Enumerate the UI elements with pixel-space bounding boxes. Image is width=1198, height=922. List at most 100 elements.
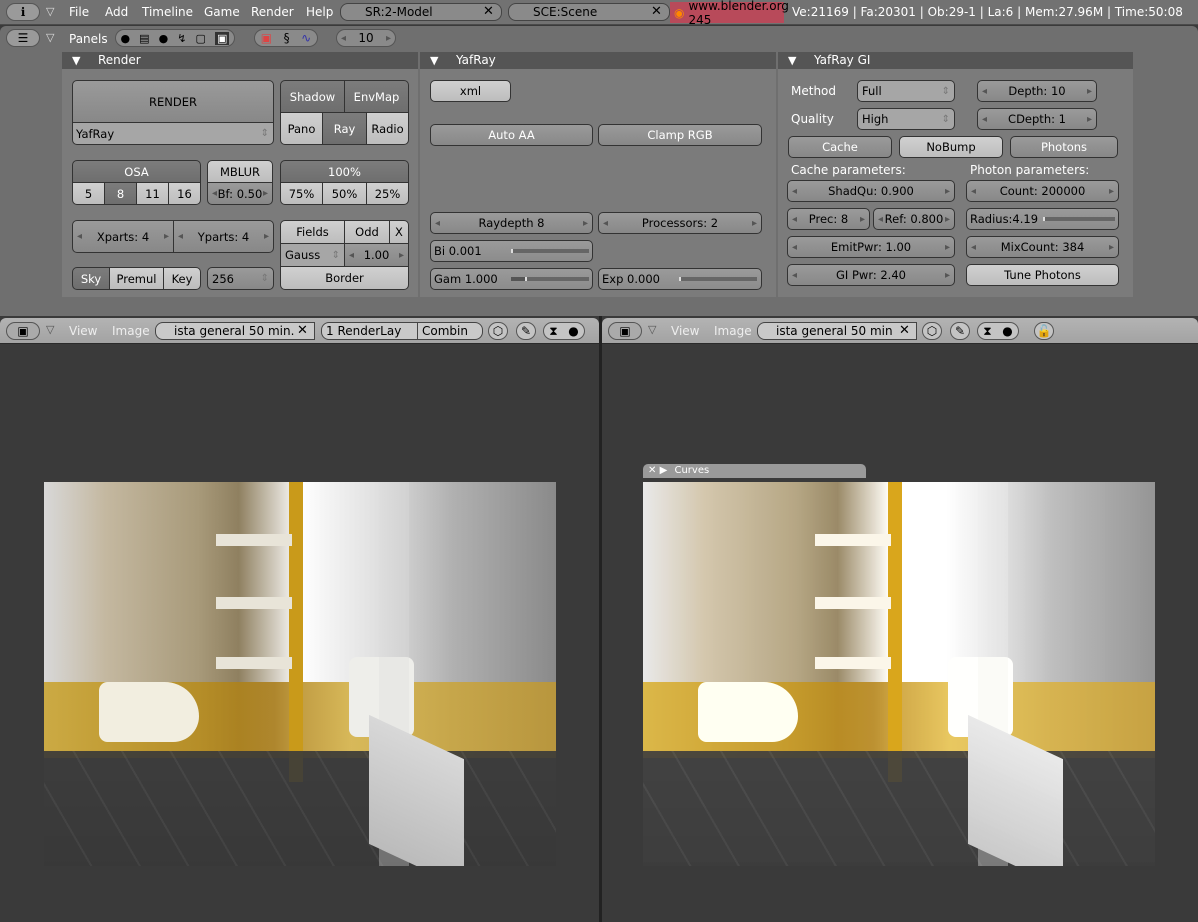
scene-selector[interactable]: SCE:Scene xyxy=(508,3,670,21)
odd-toggle[interactable]: Odd xyxy=(344,220,390,244)
close-screen-icon[interactable]: ✕ xyxy=(483,4,494,19)
count-field[interactable]: Count: 200000 xyxy=(966,180,1119,202)
cache-toggle[interactable]: Cache xyxy=(788,136,892,158)
osa-11[interactable]: 11 xyxy=(136,182,169,205)
menu-timeline[interactable]: Timeline xyxy=(142,5,193,19)
blur-factor-field[interactable]: Bf: 0.50 xyxy=(207,182,273,205)
view-menu[interactable]: View xyxy=(671,324,699,338)
xparts-field[interactable]: Xparts: 4 xyxy=(72,220,174,253)
shadqu-field[interactable]: ShadQu: 0.900 xyxy=(787,180,955,202)
logic-icon[interactable]: ● xyxy=(121,32,131,45)
collapse-arrow-icon[interactable]: ▽ xyxy=(46,323,54,336)
menu-file[interactable]: File xyxy=(69,5,89,19)
editor-type-icon[interactable]: ☰ xyxy=(6,29,40,47)
menu-help[interactable]: Help xyxy=(306,5,333,19)
texture-paint-icon[interactable]: ⬡ xyxy=(922,322,942,340)
expand-arrow-icon[interactable]: ▶ xyxy=(660,465,668,476)
collapse-arrow-icon[interactable]: ▽ xyxy=(46,5,54,18)
object-icon[interactable]: ↯ xyxy=(177,32,186,45)
hourglass-icon[interactable]: ⧗ xyxy=(549,324,557,339)
view-menu[interactable]: View xyxy=(69,324,97,338)
brush-icon[interactable]: ✎ xyxy=(950,322,970,340)
processors-field[interactable]: Processors: 2 xyxy=(598,212,762,234)
raydepth-field[interactable]: Raydepth 8 xyxy=(430,212,593,234)
collapse-arrow-icon[interactable]: ▽ xyxy=(46,31,54,44)
radius-slider[interactable]: Radius:4.19 xyxy=(966,208,1119,230)
texture-paint-icon[interactable]: ⬡ xyxy=(488,322,508,340)
scene-icon[interactable]: ▣ xyxy=(215,31,230,45)
mixcount-field[interactable]: MixCount: 384 xyxy=(966,236,1119,258)
exposure-slider[interactable]: Exp 0.000 xyxy=(598,268,762,290)
renderer-dropdown[interactable]: YafRay xyxy=(72,122,274,145)
menu-game[interactable]: Game xyxy=(204,5,240,19)
scene-subtabs[interactable]: ▣ § ∿ xyxy=(254,29,318,47)
osa-toggle[interactable]: OSA xyxy=(72,160,201,183)
render-button[interactable]: RENDER xyxy=(72,80,274,123)
close-scene-icon[interactable]: ✕ xyxy=(651,4,662,19)
screen-selector[interactable]: SR:2-Model xyxy=(340,3,502,21)
alpha-toggle-icon[interactable]: ⧗ ● xyxy=(543,322,585,340)
image-name-field[interactable]: ista general 50 min. xyxy=(155,322,315,340)
slider-track[interactable] xyxy=(1043,217,1115,221)
editing-icon[interactable]: ▢ xyxy=(196,32,206,45)
lock-icon[interactable]: 🔓 xyxy=(1034,322,1054,340)
yparts-field[interactable]: Yparts: 4 xyxy=(173,220,274,253)
size-25-button[interactable]: 25% xyxy=(366,182,409,205)
panel-title[interactable]: Render xyxy=(62,52,418,69)
shading-icon[interactable]: ● xyxy=(159,32,169,45)
slider-track[interactable] xyxy=(679,277,757,281)
nobump-toggle[interactable]: NoBump xyxy=(899,136,1003,158)
brush-icon[interactable]: ✎ xyxy=(516,322,536,340)
cdepth-field[interactable]: CDepth: 1 xyxy=(977,108,1097,130)
image-editor-icon[interactable]: ▣ xyxy=(6,322,40,340)
size-50-button[interactable]: 50% xyxy=(322,182,367,205)
menu-render[interactable]: Render xyxy=(251,5,294,19)
key-toggle[interactable]: Key xyxy=(163,267,201,290)
emitpwr-field[interactable]: EmitPwr: 1.00 xyxy=(787,236,955,258)
shadow-toggle[interactable]: Shadow xyxy=(280,80,345,113)
sound-tab-icon[interactable]: ∿ xyxy=(301,31,311,45)
size-100-button[interactable]: 100% xyxy=(280,160,409,183)
radio-toggle[interactable]: Radio xyxy=(366,112,409,145)
image-editor-icon[interactable]: ▣ xyxy=(608,322,642,340)
prec-field[interactable]: Prec: 8 xyxy=(787,208,870,230)
pano-toggle[interactable]: Pano xyxy=(280,112,323,145)
x-toggle[interactable]: X xyxy=(389,220,409,244)
gipwr-field[interactable]: GI Pwr: 2.40 xyxy=(787,264,955,286)
filter-size-field[interactable]: 1.00 xyxy=(344,243,409,267)
render-pass-dropdown[interactable]: Combin xyxy=(417,322,483,340)
render-tab-icon[interactable]: ▣ xyxy=(261,31,272,45)
bias-slider[interactable]: Bi 0.001 xyxy=(430,240,593,262)
dot-icon[interactable]: ● xyxy=(568,324,578,338)
filter-dropdown[interactable]: Gauss xyxy=(280,243,345,267)
osa-8[interactable]: 8 xyxy=(104,182,137,205)
panel-title[interactable]: YafRay GI xyxy=(778,52,1133,69)
image-name-field[interactable]: ista general 50 min xyxy=(757,322,917,340)
fields-toggle[interactable]: Fields xyxy=(280,220,345,244)
menu-add[interactable]: Add xyxy=(105,5,128,19)
tune-photons-button[interactable]: Tune Photons xyxy=(966,264,1119,286)
depth-field[interactable]: Depth: 10 xyxy=(977,80,1097,102)
panel-title[interactable]: YafRay xyxy=(420,52,776,69)
xml-toggle[interactable]: xml xyxy=(430,80,511,102)
auto-aa-toggle[interactable]: Auto AA xyxy=(430,124,593,146)
close-image-icon[interactable]: ✕ xyxy=(899,323,910,338)
envmap-toggle[interactable]: EnvMap xyxy=(344,80,409,113)
photons-toggle[interactable]: Photons xyxy=(1010,136,1118,158)
close-image-icon[interactable]: ✕ xyxy=(297,323,308,338)
size-75-button[interactable]: 75% xyxy=(280,182,323,205)
render-layer-dropdown[interactable]: 1 RenderLay xyxy=(321,322,418,340)
premul-toggle[interactable]: Premul xyxy=(109,267,164,290)
border-toggle[interactable]: Border xyxy=(280,266,409,290)
sky-toggle[interactable]: Sky xyxy=(72,267,110,290)
script-icon[interactable]: ▤ xyxy=(139,32,149,45)
quality-dropdown[interactable]: High xyxy=(857,108,955,130)
gamma-slider[interactable]: Gam 1.000 xyxy=(430,268,593,290)
ray-toggle[interactable]: Ray xyxy=(322,112,367,145)
info-editor-icon[interactable]: ℹ xyxy=(6,3,40,21)
close-panel-icon[interactable]: ✕ xyxy=(648,465,656,476)
area-divider[interactable] xyxy=(599,316,602,922)
curves-panel-header[interactable]: ✕ ▶ Curves xyxy=(643,464,866,478)
slider-track[interactable] xyxy=(511,249,589,253)
hourglass-icon[interactable]: ⧗ xyxy=(983,324,991,339)
